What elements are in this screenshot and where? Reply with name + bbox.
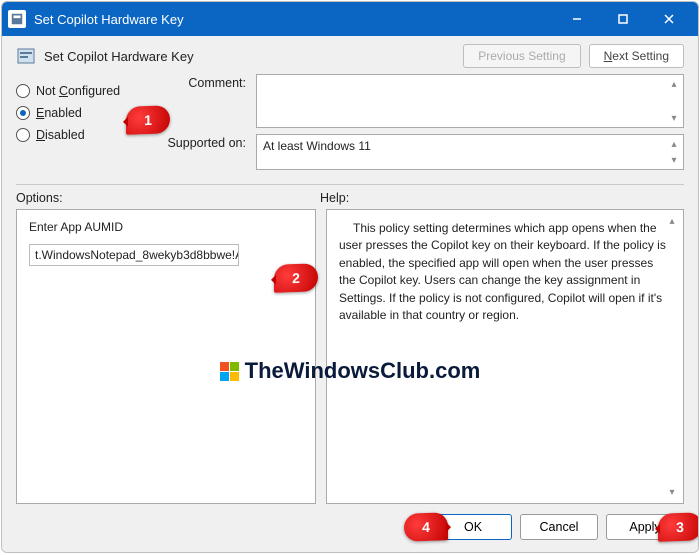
policy-icon (16, 46, 36, 66)
scroll-up-icon[interactable]: ▴ (667, 77, 681, 91)
radio-icon (16, 128, 30, 142)
previous-setting-button[interactable]: Previous Setting (463, 44, 580, 68)
app-icon (8, 10, 26, 28)
maximize-button[interactable] (600, 2, 646, 36)
dialog-footer: OK Cancel Apply (2, 504, 698, 552)
callout-2: 2 (274, 263, 318, 293)
callout-3: 3 (658, 512, 699, 542)
radio-icon (16, 106, 30, 120)
radio-not-configured[interactable]: Not Configured (16, 80, 146, 102)
scroll-down-icon[interactable]: ▾ (667, 153, 681, 167)
scroll-down-icon[interactable]: ▾ (665, 485, 679, 499)
comment-textarea[interactable]: ▴ ▾ (256, 74, 684, 128)
supported-label: Supported on: (158, 134, 246, 170)
scroll-up-icon[interactable]: ▴ (665, 214, 679, 228)
help-text: This policy setting determines which app… (339, 220, 671, 324)
options-heading: Options: (16, 191, 320, 205)
header-row: Set Copilot Hardware Key Previous Settin… (2, 36, 698, 70)
window-title: Set Copilot Hardware Key (34, 12, 554, 27)
scroll-up-icon[interactable]: ▴ (667, 137, 681, 151)
titlebar: Set Copilot Hardware Key (2, 2, 698, 36)
option-field-label: Enter App AUMID (29, 220, 303, 234)
close-button[interactable] (646, 2, 692, 36)
supported-on-value: At least Windows 11 (263, 139, 371, 153)
help-heading: Help: (320, 191, 349, 205)
aumid-input[interactable]: t.WindowsNotepad_8wekyb3d8bbwe!App (29, 244, 239, 266)
radio-icon (16, 84, 30, 98)
supported-on-box: At least Windows 11 ▴ ▾ (256, 134, 684, 170)
comment-label: Comment: (158, 74, 246, 128)
next-setting-button[interactable]: Next Setting (589, 44, 684, 68)
scroll-down-icon[interactable]: ▾ (667, 111, 681, 125)
minimize-button[interactable] (554, 2, 600, 36)
client-area: Set Copilot Hardware Key Previous Settin… (2, 36, 698, 552)
divider (16, 184, 684, 185)
page-title: Set Copilot Hardware Key (44, 49, 194, 64)
dialog-window: Set Copilot Hardware Key Set Copilot Har… (1, 1, 699, 553)
cancel-button[interactable]: Cancel (520, 514, 598, 540)
callout-4: 4 (404, 512, 448, 542)
options-pane: Enter App AUMID t.WindowsNotepad_8wekyb3… (16, 209, 316, 504)
callout-1: 1 (126, 105, 170, 135)
help-pane: This policy setting determines which app… (326, 209, 684, 504)
